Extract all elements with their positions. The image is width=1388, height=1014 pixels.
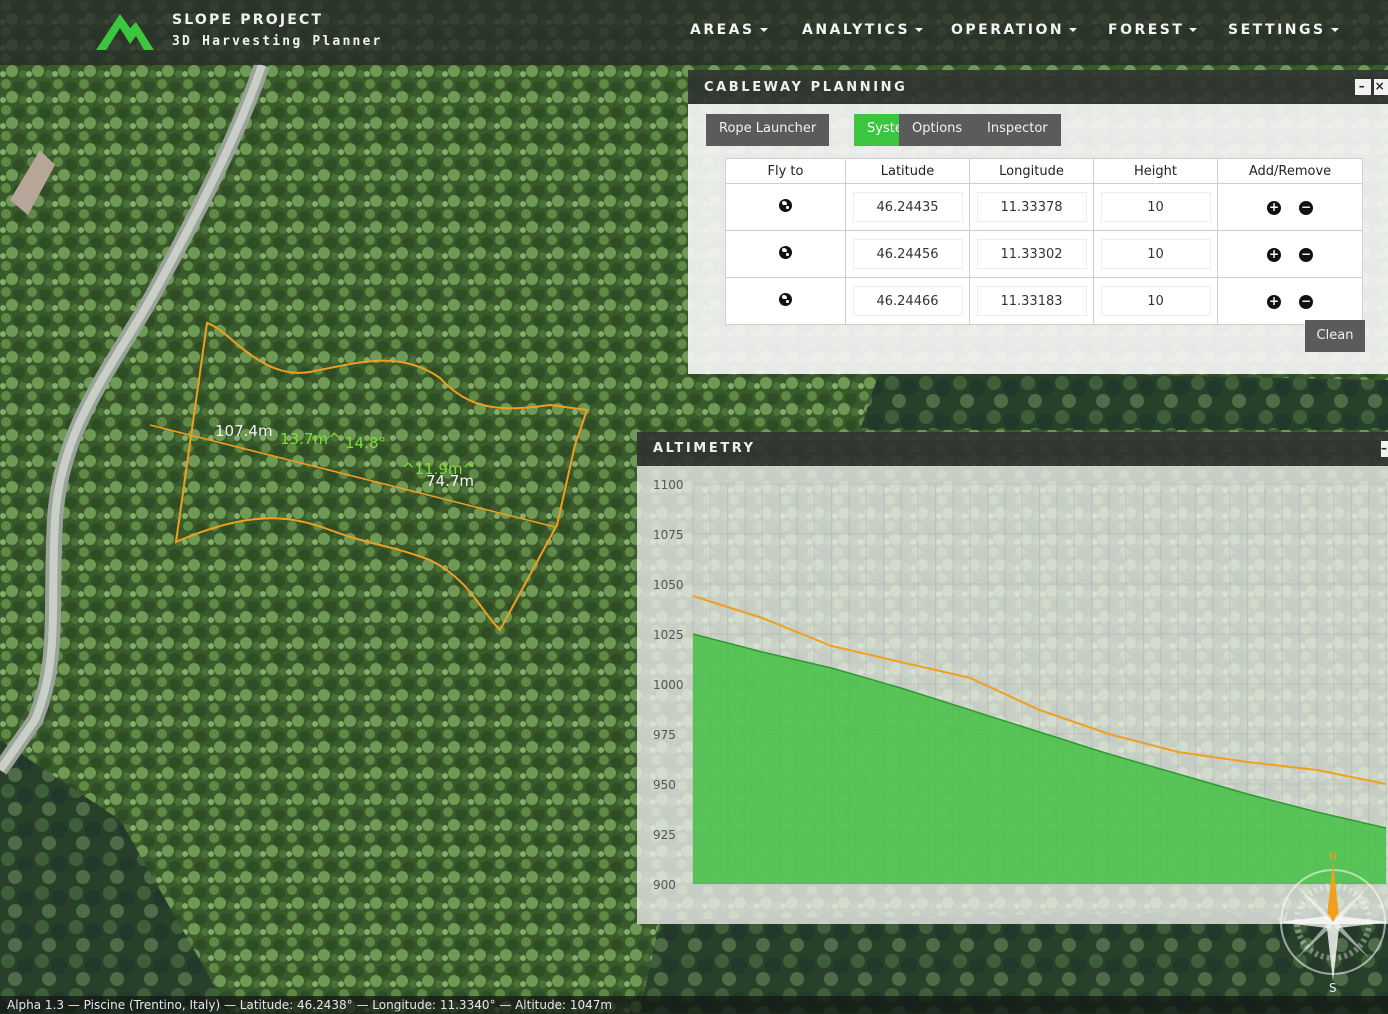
y-tick-label: 1050	[653, 578, 684, 592]
tab-options[interactable]: Options	[899, 114, 976, 146]
height-field[interactable]: 10	[1100, 239, 1211, 269]
compass-icon[interactable]: N S W	[1278, 848, 1388, 996]
caret-down-icon	[915, 28, 924, 32]
add-circle-icon[interactable]: +	[1267, 294, 1281, 309]
y-tick-label: 1025	[653, 628, 684, 642]
col-longitude: Longitude	[969, 158, 1094, 184]
top-navbar: SLOPE PROJECT 3D Harvesting Planner AREA…	[0, 0, 1388, 65]
col-add-remove: Add/Remove	[1217, 158, 1363, 184]
length-label-2: 74.7m	[426, 472, 474, 490]
nav-settings[interactable]: SETTINGS	[1228, 22, 1339, 38]
compass-west-label: W	[1278, 910, 1288, 924]
altimetry-chart: 1100 1075 1050 1025 1000 975 950 925 900	[653, 478, 1387, 892]
y-tick-label: 1100	[653, 478, 684, 492]
add-circle-icon[interactable]: +	[1267, 247, 1281, 262]
angle-label-1: 14.8°	[345, 434, 386, 452]
table-row: 46.24435 11.33378 10 + −	[725, 183, 1363, 231]
tab-rope-launcher[interactable]: Rope Launcher	[706, 114, 830, 146]
longitude-field[interactable]: 11.33183	[976, 286, 1087, 316]
caret-down-icon	[1330, 28, 1339, 32]
fly-to-globe-icon[interactable]	[779, 292, 792, 306]
caret-down-icon	[759, 28, 768, 32]
fly-to-globe-icon[interactable]	[779, 198, 792, 212]
altimetry-panel-title: ALTIMETRY	[653, 441, 756, 456]
cableway-panel-title: CABLEWAY PLANNING	[704, 80, 908, 95]
table-row: 46.24456 11.33302 10 + −	[725, 230, 1363, 278]
y-tick-label: 975	[653, 728, 676, 742]
clean-button[interactable]: Clean	[1305, 320, 1365, 352]
table-row: 46.24466 11.33183 10 + −	[725, 277, 1363, 325]
nav-operation[interactable]: OPERATION	[951, 22, 1078, 38]
latitude-field[interactable]: 46.24456	[852, 239, 963, 269]
remove-circle-icon[interactable]: −	[1299, 247, 1313, 262]
altimetry-panel-body: 1100 1075 1050 1025 1000 975 950 925 900	[637, 466, 1388, 924]
col-latitude: Latitude	[845, 158, 970, 184]
status-bar: Alpha 1.3 — Piscine (Trentino, Italy) — …	[0, 996, 1388, 1013]
nav-forest[interactable]: FOREST	[1108, 22, 1198, 38]
cableway-panel-header[interactable]: CABLEWAY PLANNING – ×	[688, 70, 1388, 104]
y-tick-label: 950	[653, 778, 676, 792]
longitude-field[interactable]: 11.33378	[976, 192, 1087, 222]
add-circle-icon[interactable]: +	[1267, 200, 1281, 215]
tab-inspector[interactable]: Inspector	[974, 114, 1061, 146]
compass-south-label: S	[1329, 981, 1337, 995]
caret-down-icon	[1189, 28, 1198, 32]
waypoint-table: Fly to Latitude Longitude Height Add/Rem…	[725, 158, 1363, 325]
mountain-logo-icon	[96, 14, 154, 50]
nav-analytics[interactable]: ANALYTICS	[802, 22, 924, 38]
longitude-field[interactable]: 11.33302	[976, 239, 1087, 269]
height-field[interactable]: 10	[1100, 192, 1211, 222]
nav-areas[interactable]: AREAS	[690, 22, 768, 38]
caret-down-icon	[1069, 28, 1078, 32]
brand-subtitle: 3D Harvesting Planner	[172, 34, 383, 49]
altimetry-panel-header[interactable]: ALTIMETRY –	[637, 432, 1388, 466]
remove-circle-icon[interactable]: −	[1299, 200, 1313, 215]
close-button[interactable]: ×	[1374, 79, 1388, 95]
cableway-panel-body: Rope Launcher System Options Inspector F…	[688, 104, 1388, 374]
fly-to-globe-icon[interactable]	[779, 245, 792, 259]
y-tick-label: 1000	[653, 678, 684, 692]
compass-north-label: N	[1329, 850, 1337, 863]
y-tick-label: 900	[653, 878, 676, 892]
y-tick-label: 925	[653, 828, 676, 842]
length-label-1: 107.4m	[215, 422, 273, 440]
height-field[interactable]: 10	[1100, 286, 1211, 316]
minimize-button[interactable]: –	[1355, 79, 1371, 95]
minimize-button[interactable]: –	[1381, 441, 1388, 457]
brand-title: SLOPE PROJECT	[172, 12, 324, 28]
latitude-field[interactable]: 46.24466	[852, 286, 963, 316]
col-height: Height	[1093, 158, 1218, 184]
remove-circle-icon[interactable]: −	[1299, 294, 1313, 309]
latitude-field[interactable]: 46.24435	[852, 192, 963, 222]
y-tick-label: 1075	[653, 528, 684, 542]
height-label-1: 13.7m^	[280, 430, 341, 448]
table-header-row: Fly to Latitude Longitude Height Add/Rem…	[725, 158, 1363, 184]
col-fly-to: Fly to	[725, 158, 846, 184]
